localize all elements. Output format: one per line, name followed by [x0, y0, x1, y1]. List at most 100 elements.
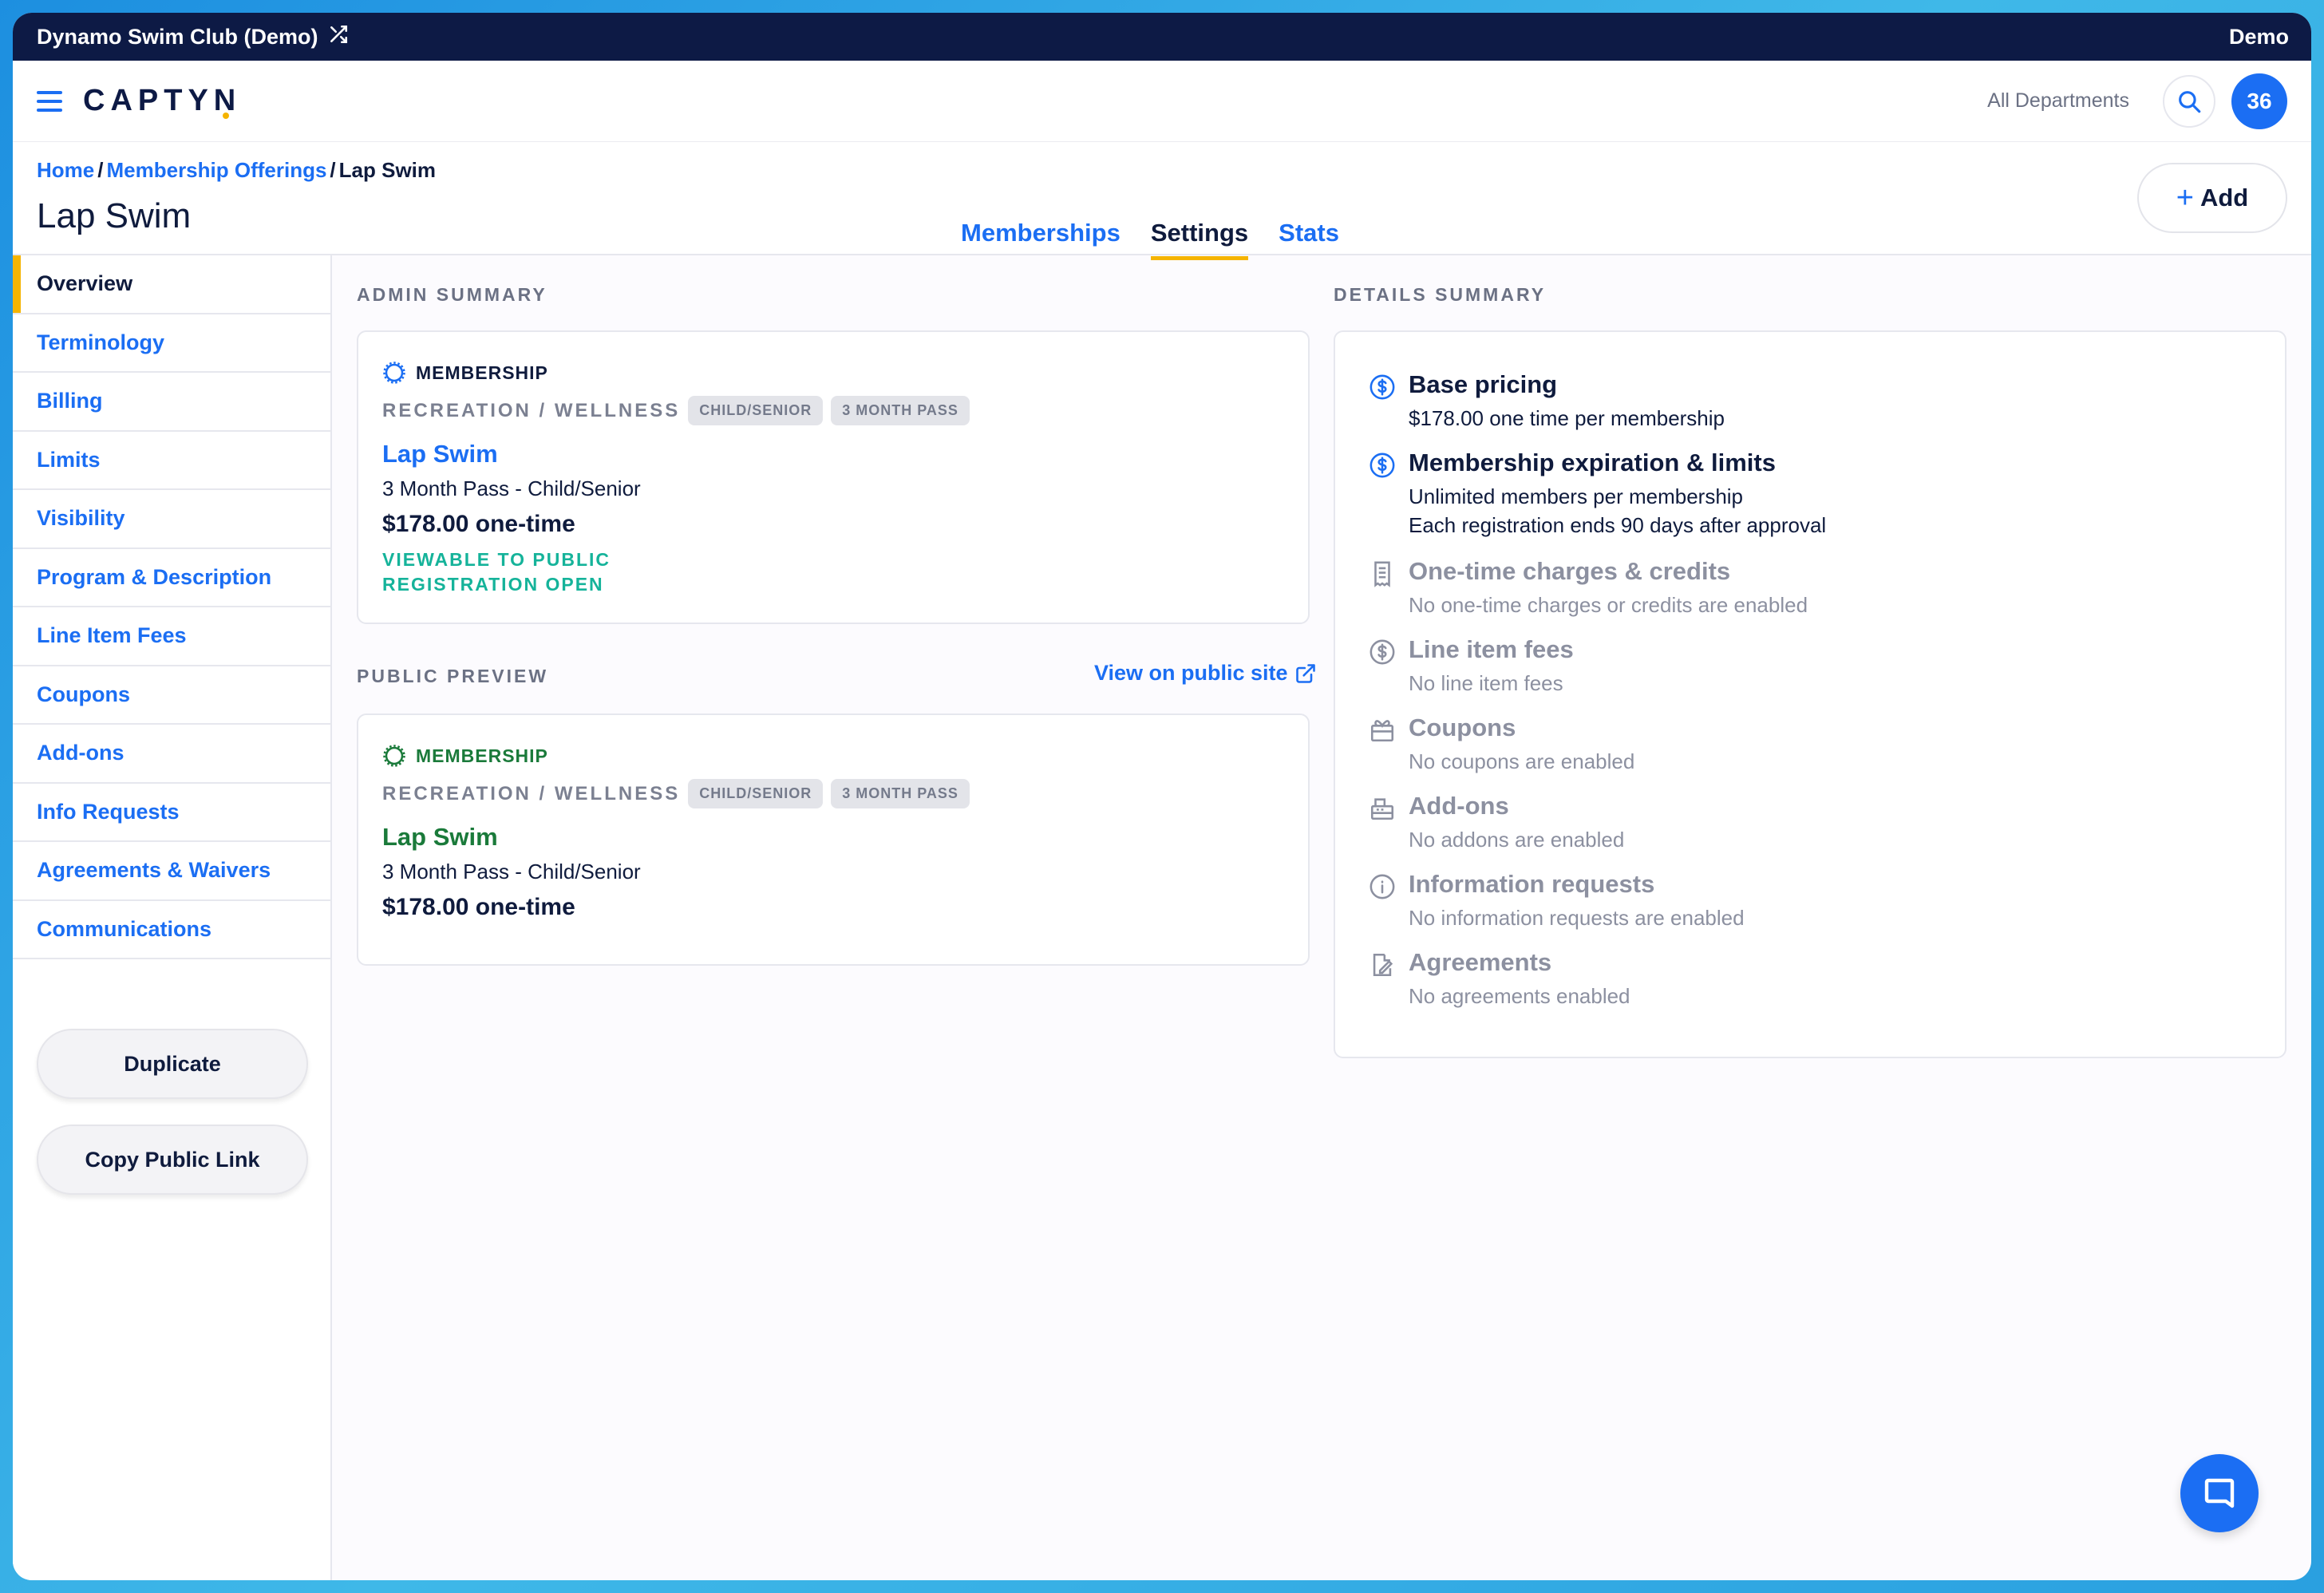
detail-base-pricing: Base pricing $178.00 one time per member… [1369, 370, 1725, 433]
breadcrumb-home[interactable]: Home [37, 158, 94, 182]
category-row: RECREATION / WELLNESS CHILD/SENIOR 3 MON… [382, 396, 1284, 425]
detail-expiration-limits: Membership expiration & limits Unlimited… [1369, 449, 1826, 540]
sidebar-item-line-item-fees[interactable]: Line Item Fees [13, 607, 330, 666]
view-link-label: View on public site [1094, 661, 1288, 685]
preview-membership-title[interactable]: Lap Swim [382, 823, 1284, 852]
external-link-icon [1295, 663, 1315, 683]
tag-badge: 3 MONTH PASS [831, 779, 970, 808]
category-label: RECREATION / WELLNESS [382, 399, 681, 421]
membership-type-label: MEMBERSHIP [416, 362, 548, 383]
detail-text: No one-time charges or credits are enabl… [1409, 593, 1808, 617]
gift-icon [1370, 720, 1394, 742]
membership-type-label: MEMBERSHIP [416, 745, 548, 766]
tab-settings[interactable]: Settings [1150, 219, 1249, 260]
detail-title: Membership expiration & limits [1409, 449, 1776, 476]
add-button[interactable]: + Add [2137, 163, 2287, 233]
breadcrumb-current: Lap Swim [338, 158, 437, 182]
dollar-icon [1370, 453, 1395, 478]
menu-icon[interactable] [37, 90, 62, 112]
app-window: Dynamo Swim Club (Demo) Demo CAPTYN All … [13, 13, 2311, 1580]
sidebar-item-billing[interactable]: Billing [13, 373, 330, 432]
search-icon [2179, 90, 2201, 113]
membership-title-link[interactable]: Lap Swim [382, 440, 1284, 468]
membership-badge-icon [383, 745, 405, 767]
club-name[interactable]: Dynamo Swim Club (Demo) [37, 25, 318, 49]
page-header: Home / Membership Offerings / Lap Swim Lap S… [13, 142, 2311, 260]
tag-badge: CHILD/SENIOR [688, 396, 824, 425]
membership-badge-icon [383, 362, 405, 384]
membership-type: MEMBERSHIP [382, 361, 1284, 385]
view-on-public-site-link[interactable]: View on public site [1094, 661, 1317, 686]
public-preview-heading: PUBLIC PREVIEW [357, 666, 549, 686]
chat-icon [2204, 1478, 2235, 1508]
tab-memberships[interactable]: Memberships [961, 219, 1120, 259]
detail-one-time-charges: One-time charges & credits No one-time c… [1369, 557, 1808, 619]
detail-title: Base pricing [1409, 370, 1558, 398]
detail-title: Information requests [1409, 870, 1655, 898]
detail-text: Each registration ends 90 days after app… [1409, 513, 1827, 537]
sidebar-item-add-ons[interactable]: Add-ons [13, 725, 330, 784]
sidebar-item-program-description[interactable]: Program & Description [13, 549, 330, 607]
detail-agreements: Agreements No agreements enabled [1369, 948, 1630, 1010]
tab-stats[interactable]: Stats [1279, 219, 1339, 259]
captyn-logo[interactable]: CAPTYN [83, 84, 241, 119]
chat-button[interactable] [2180, 1454, 2259, 1532]
app-header: CAPTYN All Departments 36 [13, 61, 2311, 142]
signed-document-icon [1373, 953, 1393, 977]
details-summary-heading: DETAILS SUMMARY [1334, 284, 1547, 305]
notification-badge[interactable]: 36 [2231, 73, 2287, 129]
membership-type: MEMBERSHIP [382, 744, 1284, 768]
sidebar-item-agreements-waivers[interactable]: Agreements & Waivers [13, 842, 330, 901]
public-preview-card: MEMBERSHIP RECREATION / WELLNESS CHILD/S… [357, 713, 1310, 966]
sidebar-item-limits[interactable]: Limits [13, 432, 330, 490]
register-icon [1370, 798, 1394, 820]
admin-summary-card: MEMBERSHIP RECREATION / WELLNESS CHILD/S… [357, 330, 1310, 624]
detail-title: One-time charges & credits [1409, 557, 1731, 585]
detail-title: Add-ons [1409, 792, 1509, 820]
department-filter[interactable]: All Departments [1987, 89, 2129, 113]
preview-membership-price: $178.00 one-time [382, 894, 575, 920]
detail-line-item-fees: Line item fees No line item fees [1369, 635, 1574, 698]
detail-text: No agreements enabled [1409, 984, 1630, 1008]
duplicate-button[interactable]: Duplicate [37, 1029, 308, 1099]
sidebar-item-terminology[interactable]: Terminology [13, 314, 330, 373]
tag-badge: 3 MONTH PASS [831, 396, 970, 425]
plus-icon: + [2176, 180, 2194, 215]
breadcrumb-membership-offerings[interactable]: Membership Offerings [106, 158, 326, 182]
add-button-label: Add [2200, 184, 2249, 211]
detail-title: Agreements [1409, 948, 1552, 976]
detail-text: No addons are enabled [1409, 828, 1625, 852]
receipt-icon [1374, 561, 1390, 587]
detail-text: No coupons are enabled [1409, 749, 1635, 773]
page-title: Lap Swim [37, 196, 192, 235]
breadcrumb: Home / Membership Offerings / Lap Swim [37, 158, 437, 182]
tab-bar: Memberships Settings Stats [961, 219, 1339, 260]
detail-add-ons: Add-ons No addons are enabled [1369, 792, 1624, 854]
sidebar-item-coupons[interactable]: Coupons [13, 666, 330, 725]
detail-information-requests: Information requests No information requ… [1369, 870, 1745, 932]
search-button[interactable] [2163, 74, 2215, 128]
tag-badge: CHILD/SENIOR [688, 779, 824, 808]
membership-subtitle: 3 Month Pass - Child/Senior [382, 476, 641, 500]
dollar-icon [1370, 374, 1395, 400]
detail-title: Coupons [1409, 713, 1516, 741]
detail-coupons: Coupons No coupons are enabled [1369, 713, 1634, 776]
detail-text: No information requests are enabled [1409, 906, 1745, 930]
detail-text: $178.00 one time per membership [1409, 406, 1725, 430]
detail-text: Unlimited members per membership [1409, 484, 1744, 508]
sidebar-item-info-requests[interactable]: Info Requests [13, 784, 330, 842]
info-icon [1370, 874, 1395, 899]
sidebar-item-visibility[interactable]: Visibility [13, 490, 330, 549]
registration-status: REGISTRATION OPEN [382, 574, 604, 595]
sidebar-item-communications[interactable]: Communications [13, 901, 330, 959]
admin-summary-heading: ADMIN SUMMARY [357, 284, 547, 305]
preview-membership-subtitle: 3 Month Pass - Child/Senior [382, 860, 641, 883]
copy-public-link-button[interactable]: Copy Public Link [37, 1125, 308, 1195]
detail-title: Line item fees [1409, 635, 1574, 663]
settings-sidebar: Overview Terminology Billing Limits Visi… [13, 255, 332, 1580]
club-bar: Dynamo Swim Club (Demo) Demo [13, 13, 2311, 61]
sidebar-item-overview[interactable]: Overview [13, 255, 330, 314]
membership-price: $178.00 one-time [382, 511, 575, 537]
details-summary-card: Base pricing $178.00 one time per member… [1334, 330, 2286, 1058]
switch-club-icon[interactable] [328, 24, 349, 50]
